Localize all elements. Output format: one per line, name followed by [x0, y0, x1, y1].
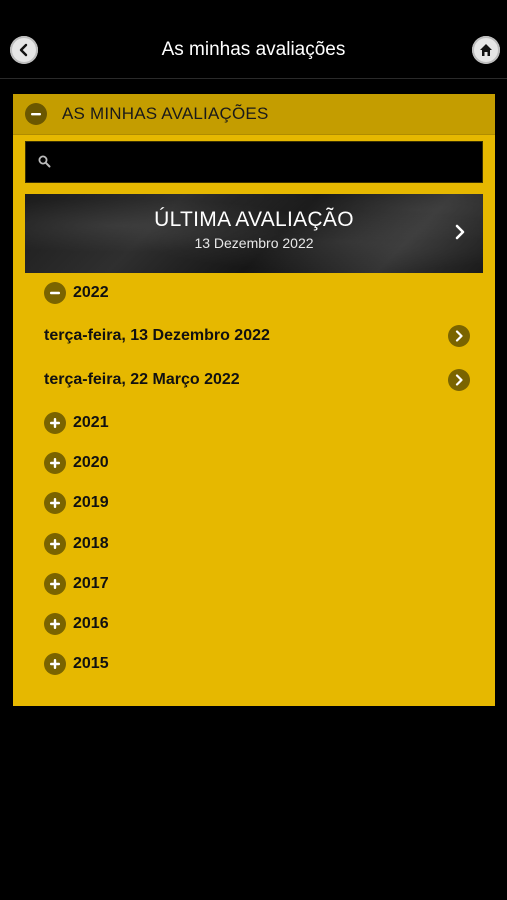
- banner-texture: [25, 194, 483, 273]
- plus-icon: [44, 452, 66, 474]
- year-label: 2016: [73, 615, 109, 632]
- year-label: 2020: [73, 454, 109, 471]
- search-box[interactable]: [25, 141, 483, 184]
- last-evaluation-banner[interactable]: ÚLTIMA AVALIAÇÃO 13 Dezembro 2022: [25, 194, 483, 273]
- year-label: 2019: [73, 494, 109, 511]
- search-input[interactable]: [62, 142, 476, 184]
- last-evaluation-title: ÚLTIMA AVALIAÇÃO: [154, 208, 354, 231]
- chevron-right-icon: [455, 224, 465, 240]
- search-icon: [38, 155, 51, 168]
- last-evaluation-date: 13 Dezembro 2022: [194, 235, 314, 251]
- panel-title: AS MINHAS AVALIAÇÕES: [62, 104, 269, 123]
- home-button[interactable]: [472, 36, 500, 64]
- year-label: 2021: [73, 414, 109, 431]
- chevron-right-icon[interactable]: [448, 369, 470, 391]
- page-title: As minhas avaliações: [161, 39, 346, 60]
- top-bar: As minhas avaliações: [0, 0, 507, 79]
- panel-header[interactable]: AS MINHAS AVALIAÇÕES: [13, 94, 495, 135]
- plus-icon: [44, 653, 66, 675]
- plus-icon: [44, 613, 66, 635]
- evaluations-panel: AS MINHAS AVALIAÇÕES ÚLTIMA AVALIAÇÃO 13…: [13, 94, 495, 706]
- evaluation-item[interactable]: terça-feira, 22 Março 2022: [44, 367, 474, 395]
- year-label: 2017: [73, 575, 109, 592]
- year-label: 2018: [73, 535, 109, 552]
- plus-icon: [44, 492, 66, 514]
- plus-icon: [44, 533, 66, 555]
- minus-icon: [44, 282, 66, 304]
- collapse-icon[interactable]: [25, 103, 47, 125]
- plus-icon: [44, 412, 66, 434]
- evaluation-item[interactable]: terça-feira, 13 Dezembro 2022: [44, 323, 474, 351]
- year-label: 2022: [73, 284, 109, 301]
- chevron-right-icon[interactable]: [448, 325, 470, 347]
- year-label: 2015: [73, 655, 109, 672]
- plus-icon: [44, 573, 66, 595]
- evaluation-date-label: terça-feira, 22 Março 2022: [44, 371, 240, 388]
- home-icon: [480, 44, 492, 56]
- evaluation-date-label: terça-feira, 13 Dezembro 2022: [44, 327, 270, 344]
